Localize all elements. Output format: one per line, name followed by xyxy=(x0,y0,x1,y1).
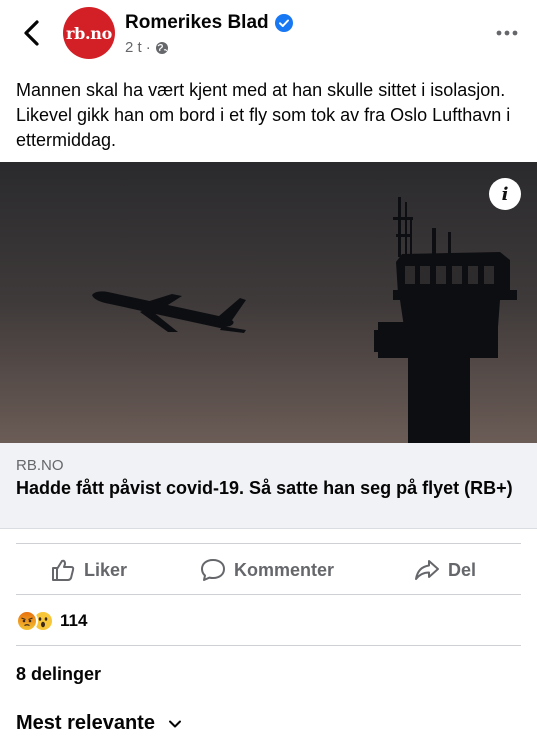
reaction-count: 114 xyxy=(60,611,88,630)
page-name-label[interactable]: Romerikes Blad xyxy=(125,12,269,34)
page-name[interactable]: Romerikes Blad xyxy=(125,12,293,34)
angry-reaction-icon xyxy=(16,610,38,632)
more-horizontal-icon[interactable] xyxy=(495,22,519,44)
airport-photo xyxy=(0,162,537,443)
post-meta: 2 t · xyxy=(125,39,169,56)
share-arrow-icon xyxy=(415,560,439,580)
meta-separator: · xyxy=(145,39,151,56)
info-button[interactable]: i xyxy=(489,178,521,210)
avatar[interactable]: rb.no xyxy=(63,7,115,59)
like-button[interactable]: Liker xyxy=(50,554,127,586)
shares-count[interactable]: 8 delinger xyxy=(16,664,101,685)
share-label: Del xyxy=(448,559,477,580)
globe-icon xyxy=(155,41,168,54)
chevron-down-icon xyxy=(168,720,181,727)
verified-badge-icon xyxy=(274,14,293,32)
action-bar: Liker Kommenter Del xyxy=(16,543,521,595)
like-label: Liker xyxy=(84,559,128,580)
share-button[interactable]: Del xyxy=(414,554,476,586)
comment-button[interactable]: Kommenter xyxy=(200,554,334,586)
link-domain: RB.NO xyxy=(16,457,64,474)
sort-label: Mest relevante xyxy=(16,712,155,734)
info-icon: i xyxy=(501,183,509,205)
thumbs-up-icon xyxy=(52,559,75,581)
chevron-left-icon[interactable] xyxy=(18,18,46,48)
link-title[interactable]: Hadde fått påvist covid-19. Så satte han… xyxy=(16,477,516,500)
post-time[interactable]: 2 t xyxy=(125,39,142,56)
comment-label: Kommenter xyxy=(234,559,335,580)
post-photo[interactable]: i xyxy=(0,162,537,443)
post-text: Mannen skal ha vært kjent med at han sku… xyxy=(16,80,511,150)
post-header: rb.no Romerikes Blad 2 t · xyxy=(0,0,537,66)
comment-icon xyxy=(201,559,225,581)
comment-sort-dropdown[interactable]: Mest relevante xyxy=(16,712,183,735)
link-preview-card[interactable]: RB.NO Hadde fått påvist covid-19. Så sat… xyxy=(0,443,537,529)
reactions-summary[interactable]: 114 xyxy=(16,607,87,635)
divider xyxy=(16,645,521,646)
